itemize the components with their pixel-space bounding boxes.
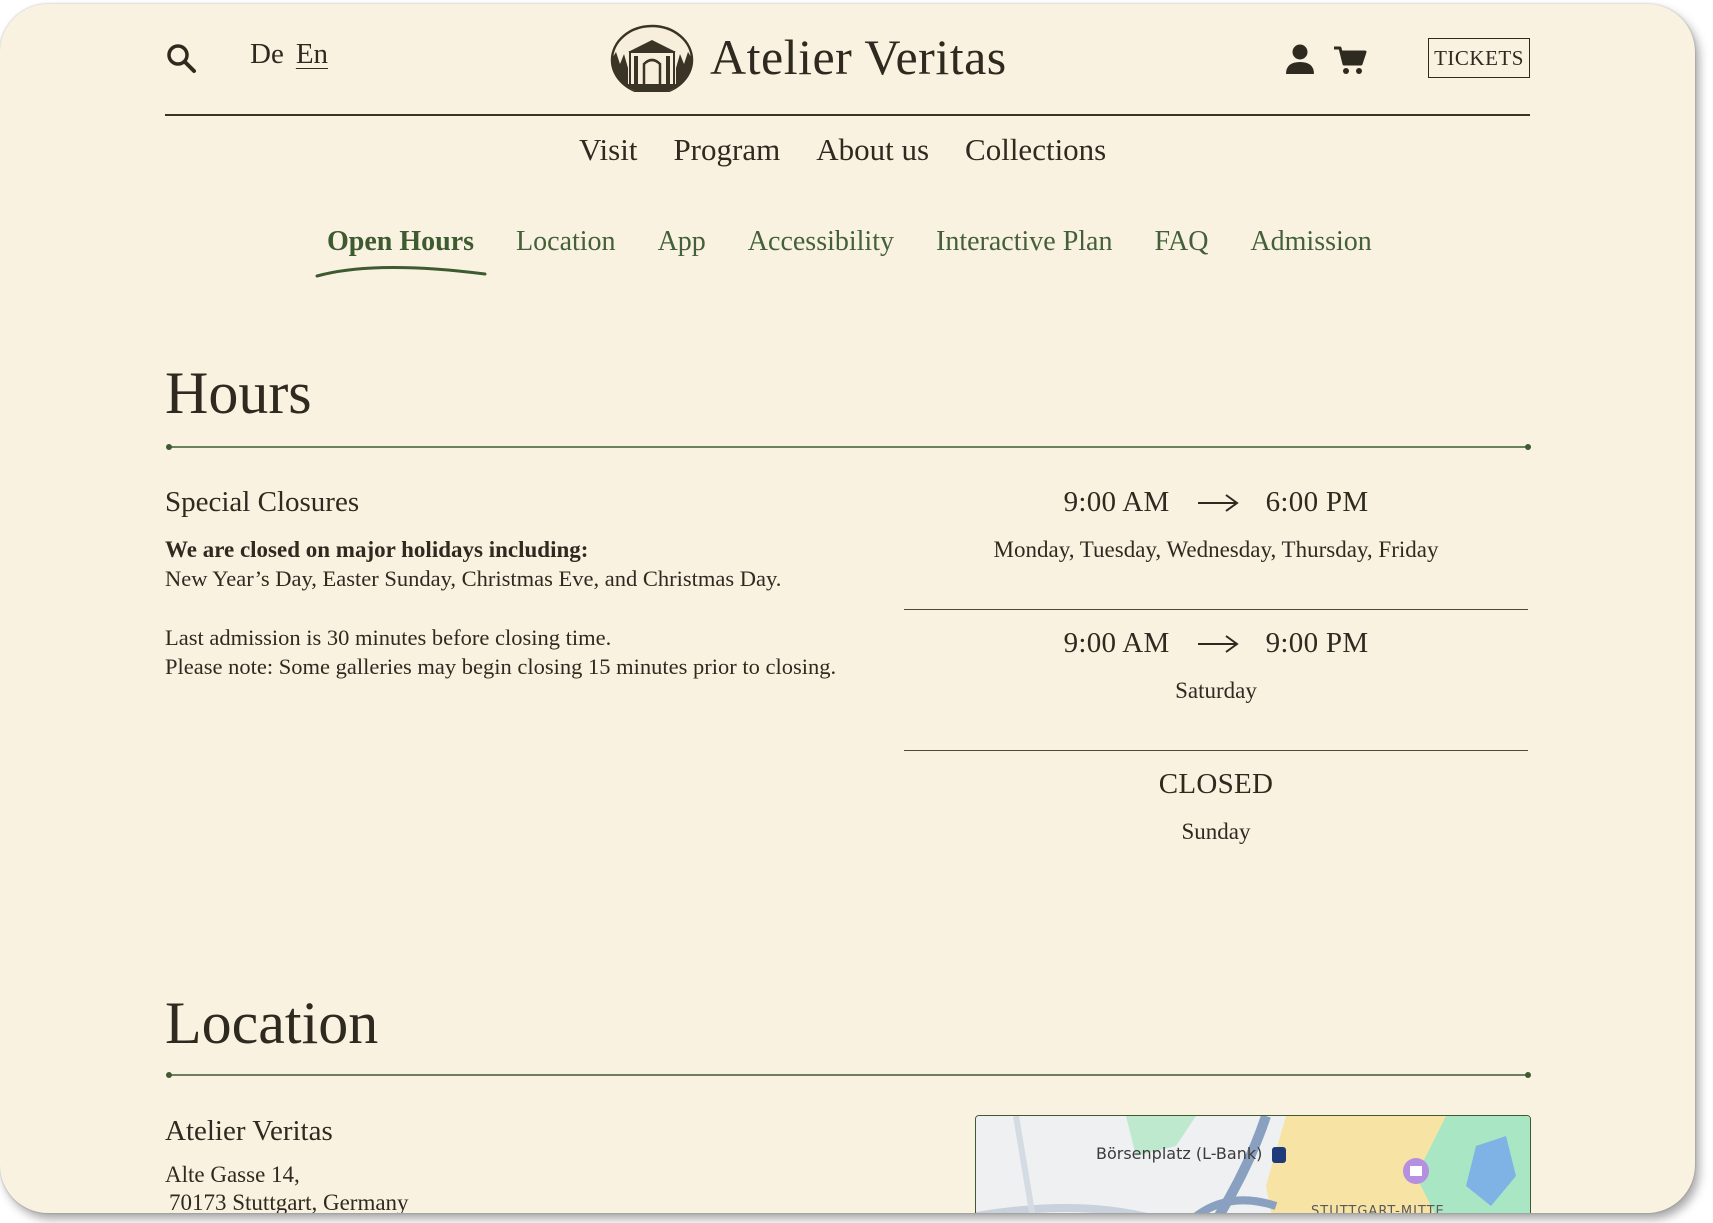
- location-title: Location: [165, 990, 379, 1056]
- hours-sunday: CLOSED Sunday: [904, 751, 1528, 892]
- nav-program[interactable]: Program: [673, 132, 780, 168]
- language-switcher: De En: [250, 38, 328, 71]
- subnav-admission[interactable]: Admission: [1250, 226, 1371, 258]
- open-time: 9:00 AM: [1063, 486, 1170, 518]
- active-underline-swoosh: [315, 266, 487, 278]
- close-time: 6:00 PM: [1265, 486, 1369, 518]
- days-label: Saturday: [1175, 678, 1257, 703]
- address-line-2: 70173 Stuttgart, Germany: [169, 1190, 409, 1213]
- nav-about-us[interactable]: About us: [816, 132, 929, 168]
- site-header: De En Atelier Veritas TICKETS: [165, 4, 1530, 116]
- sub-navigation: Open Hours Location App Accessibility In…: [315, 226, 1372, 278]
- subnav-location[interactable]: Location: [516, 226, 616, 258]
- address-line-1: Alte Gasse 14,: [165, 1162, 300, 1187]
- map-graphic: [976, 1116, 1530, 1213]
- hours-saturday: 9:00 AM 9:00 PM Saturday: [904, 610, 1528, 751]
- device-frame: De En Atelier Veritas TICKETS Visit Prog…: [0, 4, 1695, 1213]
- arrow-right-icon: [1197, 493, 1239, 512]
- days-label: Monday, Tuesday, Wednesday, Thursday, Fr…: [993, 537, 1439, 562]
- last-admission-text: Last admission is 30 minutes before clos…: [165, 625, 612, 650]
- hours-weekdays: 9:00 AM 6:00 PM Monday, Tuesday, Wednesd…: [904, 469, 1528, 610]
- closed-holidays-list: New Year’s Day, Easter Sunday, Christmas…: [165, 566, 782, 591]
- screen: De En Atelier Veritas TICKETS Visit Prog…: [0, 4, 1695, 1213]
- museum-emblem-icon: [610, 24, 694, 92]
- tickets-button[interactable]: TICKETS: [1428, 38, 1530, 78]
- location-name: Atelier Veritas: [165, 1115, 333, 1147]
- hours-title: Hours: [165, 360, 312, 426]
- cart-icon[interactable]: [1333, 44, 1367, 76]
- subnav-open-hours[interactable]: Open Hours: [315, 226, 487, 278]
- close-time: 9:00 PM: [1265, 627, 1369, 659]
- days-label: Sunday: [1181, 819, 1251, 844]
- subnav-faq[interactable]: FAQ: [1154, 226, 1208, 258]
- brand-name: Atelier Veritas: [710, 29, 1007, 85]
- opening-hours-schedule: 9:00 AM 6:00 PM Monday, Tuesday, Wednesd…: [904, 469, 1528, 892]
- subnav-app[interactable]: App: [658, 226, 706, 258]
- search-icon[interactable]: [165, 42, 197, 74]
- map-district-label: STUTTGART-MITTE: [1311, 1204, 1445, 1213]
- subnav-interactive-plan[interactable]: Interactive Plan: [936, 226, 1112, 258]
- closed-holidays-heading: We are closed on major holidays includin…: [165, 537, 589, 562]
- nav-visit[interactable]: Visit: [579, 132, 637, 168]
- closed-status: CLOSED: [1158, 768, 1274, 800]
- closing-note-text: Please note: Some galleries may begin cl…: [165, 654, 837, 679]
- open-time: 9:00 AM: [1063, 627, 1170, 659]
- lang-de-link[interactable]: De: [250, 38, 284, 71]
- location-divider: [166, 1072, 1531, 1078]
- location-map[interactable]: Börsenplatz (L-Bank) STUTTGART-MITTE: [975, 1115, 1531, 1213]
- user-icon[interactable]: [1283, 42, 1317, 76]
- special-closures-title: Special Closures: [165, 486, 360, 518]
- map-station-label: Börsenplatz (L-Bank): [1096, 1144, 1263, 1163]
- arrow-right-icon: [1197, 634, 1239, 653]
- nav-collections[interactable]: Collections: [965, 132, 1106, 168]
- hours-divider: [166, 444, 1531, 450]
- lang-en-link[interactable]: En: [296, 38, 328, 71]
- subnav-open-hours-label: Open Hours: [327, 226, 475, 257]
- site-logo[interactable]: Atelier Veritas: [610, 22, 1007, 92]
- subnav-accessibility[interactable]: Accessibility: [748, 226, 894, 258]
